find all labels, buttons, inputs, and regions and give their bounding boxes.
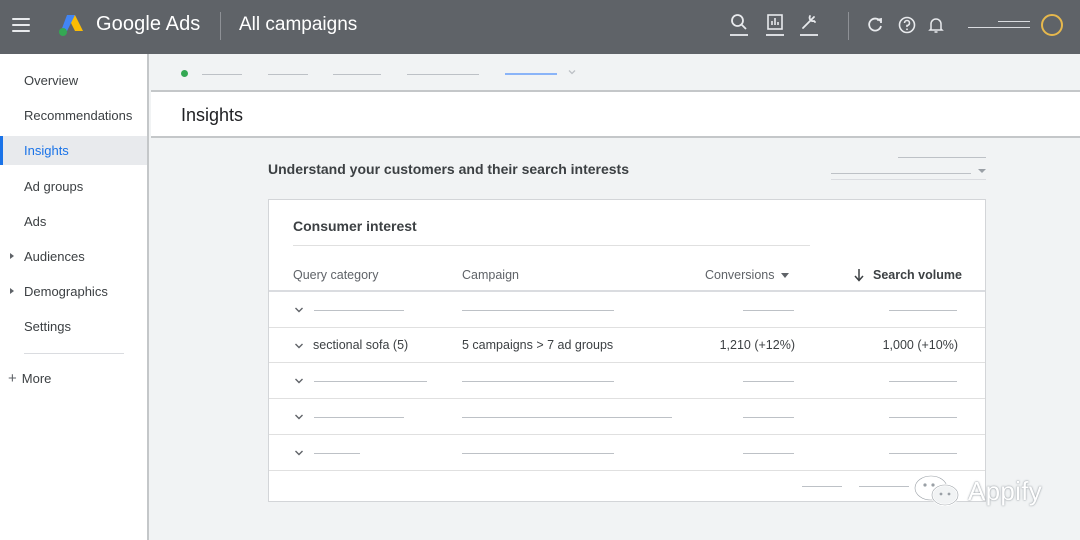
more-button[interactable]: + More	[8, 371, 51, 386]
search-volume-cell: 1,000 (+10%)	[882, 338, 958, 352]
top-app-bar: Google Ads All campaigns	[0, 0, 1080, 54]
table-row[interactable]	[269, 399, 985, 435]
breadcrumb-item[interactable]	[407, 74, 479, 75]
sidebar-item-label: Audiences	[24, 249, 85, 264]
consumer-interest-card: Consumer interest Query category Campaig…	[268, 199, 986, 502]
section-heading: Understand your customers and their sear…	[268, 161, 629, 177]
breadcrumb-item[interactable]	[333, 74, 381, 75]
table-row[interactable]: sectional sofa (5) 5 campaigns > 7 ad gr…	[269, 327, 985, 363]
search-icon[interactable]	[729, 13, 749, 39]
breadcrumb-item[interactable]	[268, 74, 308, 75]
page-header: Insights	[151, 90, 1080, 138]
chevron-down-icon[interactable]	[294, 306, 304, 314]
menu-icon[interactable]	[12, 18, 30, 32]
divider	[293, 245, 810, 246]
table-row[interactable]	[269, 292, 985, 328]
refresh-icon[interactable]	[865, 15, 885, 35]
sidebar-item-label: Settings	[24, 319, 71, 334]
chevron-down-icon[interactable]	[567, 67, 577, 77]
sidebar-item-settings[interactable]: Settings	[0, 312, 147, 341]
column-header-query-category[interactable]: Query category	[293, 268, 378, 282]
watermark-text: Appify	[968, 475, 1043, 506]
divider	[220, 12, 221, 40]
table-row[interactable]	[269, 363, 985, 399]
campaign-cell[interactable]: 5 campaigns > 7 ad groups	[462, 338, 613, 352]
chevron-down-icon[interactable]	[294, 377, 304, 385]
dropdown-arrow-icon[interactable]	[978, 169, 986, 173]
chevron-down-icon[interactable]	[294, 342, 304, 350]
notifications-icon[interactable]	[926, 15, 946, 35]
chat-bubbles-icon	[913, 474, 960, 507]
sidebar-item-overview[interactable]: Overview	[0, 66, 147, 95]
sort-dropdown-icon[interactable]	[781, 272, 790, 278]
sidebar-item-insights[interactable]: Insights	[0, 136, 147, 165]
sidebar-item-label: Insights	[24, 143, 69, 158]
brand-name: Google Ads	[96, 13, 201, 35]
avatar[interactable]	[1041, 14, 1063, 36]
sidebar-item-recommendations[interactable]: Recommendations	[0, 101, 147, 130]
sidebar-item-label: Ads	[24, 214, 47, 229]
column-header-search-volume[interactable]: Search volume	[853, 268, 962, 282]
sidebar-item-ad-groups[interactable]: Ad groups	[0, 172, 147, 201]
conversions-cell: 1,210 (+12%)	[719, 338, 795, 352]
query-category-cell: sectional sofa (5)	[313, 338, 409, 352]
sidebar-item-label: Overview	[24, 73, 79, 88]
sidebar-item-ads[interactable]: Ads	[0, 207, 147, 236]
sort-descending-icon	[854, 269, 864, 282]
sidebar-item-label: Ad groups	[24, 179, 84, 194]
chevron-down-icon[interactable]	[294, 413, 304, 421]
divider	[24, 353, 124, 354]
column-header-campaign[interactable]: Campaign	[462, 268, 519, 282]
table-row[interactable]	[269, 435, 985, 471]
tools-icon[interactable]	[799, 13, 819, 39]
expand-caret-icon[interactable]	[10, 253, 14, 259]
campaign-scope-title[interactable]: All campaigns	[239, 14, 357, 36]
sidebar-item-label: Demographics	[24, 284, 108, 299]
column-header-conversions[interactable]: Conversions	[705, 268, 790, 282]
breadcrumb-item-current[interactable]	[505, 73, 557, 75]
google-ads-logo	[59, 15, 83, 36]
account-info[interactable]	[968, 18, 1030, 32]
breadcrumb-item[interactable]	[202, 74, 242, 75]
status-dot	[181, 70, 188, 77]
reports-icon[interactable]	[765, 13, 785, 39]
left-navigation: Overview Recommendations Insights Ad gro…	[0, 54, 149, 540]
sidebar-item-label: Recommendations	[24, 108, 133, 123]
card-title: Consumer interest	[293, 218, 417, 234]
chevron-down-icon[interactable]	[294, 449, 304, 457]
sidebar-item-audiences[interactable]: Audiences	[0, 242, 147, 271]
divider	[848, 12, 849, 40]
help-icon[interactable]	[897, 15, 917, 35]
sidebar-item-demographics[interactable]: Demographics	[0, 277, 147, 306]
page-title: Insights	[181, 105, 244, 125]
more-label: More	[21, 371, 52, 386]
expand-caret-icon[interactable]	[10, 288, 14, 294]
breadcrumb	[151, 54, 1080, 90]
plus-icon: +	[8, 370, 17, 387]
watermark: Appify	[912, 474, 1042, 508]
